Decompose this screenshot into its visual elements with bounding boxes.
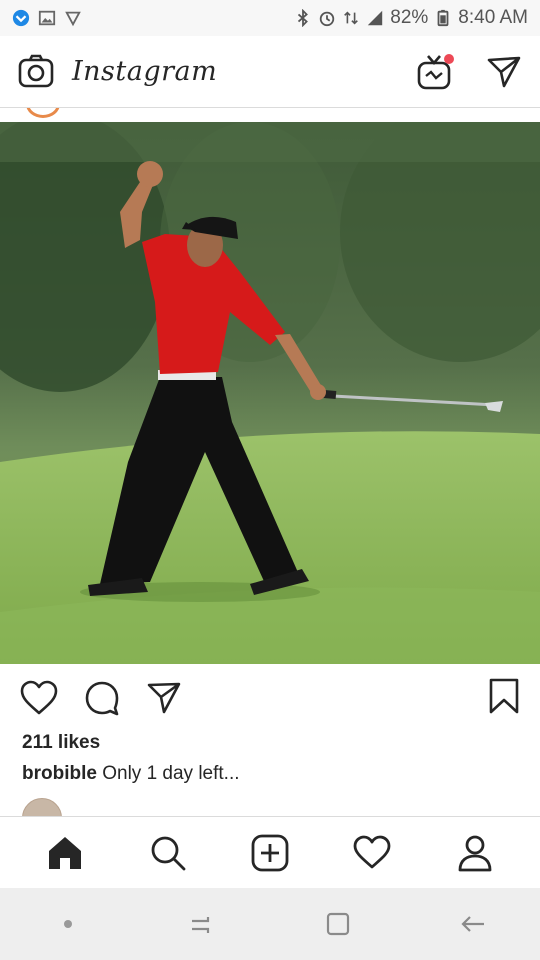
notification-icon xyxy=(12,9,30,27)
add-post-icon[interactable] xyxy=(240,823,300,883)
recent-apps-icon[interactable] xyxy=(173,894,233,954)
igtv-icon[interactable] xyxy=(416,53,454,90)
profile-icon[interactable] xyxy=(445,823,505,883)
instagram-logo: Instagram xyxy=(72,56,218,87)
search-icon[interactable] xyxy=(138,823,198,883)
clock: 8:40 AM xyxy=(458,7,528,28)
avatar xyxy=(22,798,62,818)
dot-indicator-icon xyxy=(38,894,98,954)
comment-avatar-edge xyxy=(22,798,62,818)
bluetooth-icon xyxy=(298,9,309,27)
post-caption: brobible Only 1 day left... xyxy=(22,763,240,785)
battery-icon xyxy=(437,9,449,27)
previous-post-edge xyxy=(0,108,540,122)
likes-count[interactable]: 211 likes xyxy=(22,732,100,754)
avatar xyxy=(26,108,60,118)
home-button-icon[interactable] xyxy=(308,894,368,954)
camera-icon[interactable] xyxy=(18,54,54,90)
post-image[interactable] xyxy=(0,122,540,664)
battery-percent: 82% xyxy=(390,7,429,28)
post-actions xyxy=(0,676,540,720)
app-header: Instagram xyxy=(0,36,540,108)
back-arrow-icon[interactable] xyxy=(443,894,503,954)
home-icon[interactable] xyxy=(35,823,95,883)
activity-heart-icon[interactable] xyxy=(342,823,402,883)
caption-username[interactable]: brobible xyxy=(22,763,97,784)
comment-icon[interactable] xyxy=(84,680,120,716)
system-nav-bar xyxy=(0,888,540,960)
caption-text: Only 1 day left... xyxy=(102,763,240,784)
status-bar: 82% 8:40 AM xyxy=(0,0,540,36)
like-heart-icon[interactable] xyxy=(20,680,58,716)
direct-message-icon[interactable] xyxy=(486,54,522,90)
bottom-nav xyxy=(0,816,540,888)
notification-dot xyxy=(444,53,454,64)
alarm-icon xyxy=(320,11,335,27)
data-icon xyxy=(344,11,359,25)
bookmark-icon[interactable] xyxy=(488,677,520,715)
gallery-icon xyxy=(38,10,56,26)
signal-icon xyxy=(368,10,383,26)
vpn-icon xyxy=(65,11,81,27)
share-icon[interactable] xyxy=(146,680,182,716)
